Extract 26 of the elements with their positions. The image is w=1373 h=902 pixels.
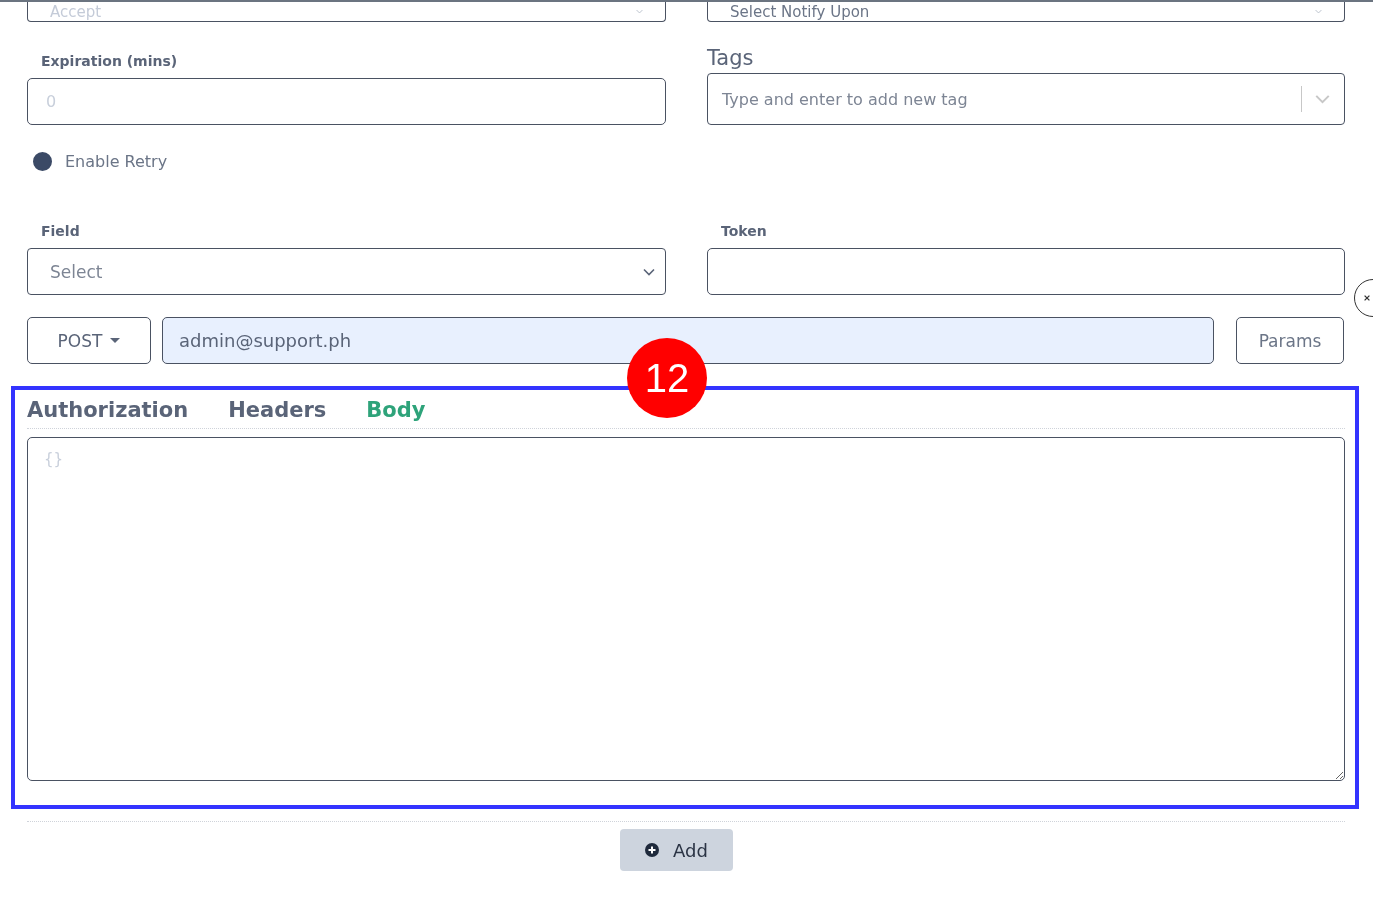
field-label: Tags	[707, 46, 755, 70]
number-badge: 12	[627, 338, 707, 418]
tab[interactable]: Authorization	[27, 398, 189, 422]
field-label: Expiration (mins)	[41, 53, 179, 69]
chevron-down-icon	[636, 9, 643, 14]
field-label: Token	[721, 223, 768, 239]
radio-label: Enable Retry	[65, 151, 168, 171]
chevron-down-icon	[1315, 9, 1322, 14]
select-field[interactable]: Select	[27, 248, 666, 295]
input-field[interactable]	[707, 248, 1345, 295]
tab[interactable]: Headers	[228, 398, 327, 422]
method-dropdown[interactable]: POST	[27, 317, 151, 364]
tab[interactable]: Body	[366, 398, 426, 422]
tags-field[interactable]: Type and enter to add new tag	[707, 73, 1345, 125]
radio-button[interactable]	[33, 151, 52, 171]
caret-icon	[110, 337, 121, 344]
params-button[interactable]: Params	[1236, 317, 1344, 364]
chevron-down-icon	[1315, 94, 1330, 104]
body-editor[interactable]: {}	[27, 437, 1345, 781]
select-field[interactable]: Select Notify Upon	[707, 2, 1345, 22]
add-button[interactable]: Add	[620, 829, 733, 871]
url-field[interactable]: admin@support.ph	[162, 317, 1214, 364]
plus-circle-icon	[645, 843, 660, 857]
chevron-down-icon	[643, 267, 655, 276]
field-label: Field	[41, 223, 81, 239]
close-icon	[1363, 294, 1371, 302]
